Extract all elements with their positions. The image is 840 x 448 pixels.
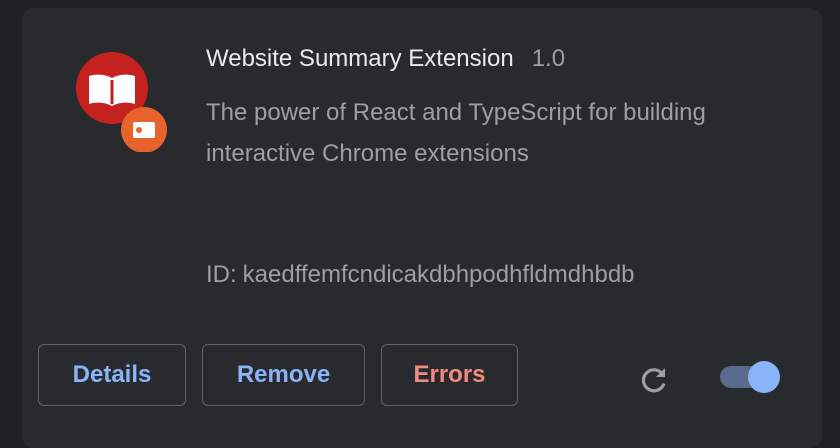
camera-badge-icon xyxy=(121,107,167,152)
extension-id-value: kaedffemfcndicakdbhpodhfldmdhbdb xyxy=(242,261,635,288)
extension-id-row: ID: kaedffemfcndicakdbhpodhfldmdhbdb xyxy=(206,261,635,289)
extension-name: Website Summary Extension xyxy=(206,45,514,72)
extension-card: Website Summary Extension 1.0 The power … xyxy=(22,8,822,448)
reload-icon xyxy=(641,368,666,393)
extension-icon xyxy=(72,52,172,152)
title-row: Website Summary Extension 1.0 xyxy=(206,45,565,73)
toggle-knob xyxy=(748,361,780,393)
open-book-icon xyxy=(89,74,135,106)
errors-button[interactable]: Errors xyxy=(381,344,518,406)
extension-id-label: ID: xyxy=(206,261,237,288)
extension-version: 1.0 xyxy=(531,45,566,72)
extension-description: The power of React and TypeScript for bu… xyxy=(206,99,706,167)
details-button[interactable]: Details xyxy=(38,344,186,406)
remove-button[interactable]: Remove xyxy=(202,344,365,406)
reload-button[interactable] xyxy=(634,360,674,400)
enable-toggle[interactable] xyxy=(716,361,782,393)
